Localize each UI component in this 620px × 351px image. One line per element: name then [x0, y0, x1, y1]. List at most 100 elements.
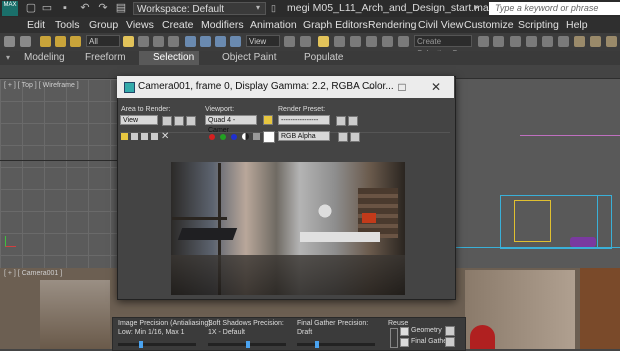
align-icon[interactable]	[493, 36, 504, 47]
unlink-icon[interactable]	[55, 36, 66, 47]
app-logo-icon[interactable]: MAX	[2, 1, 18, 16]
scale-icon[interactable]	[215, 36, 226, 47]
mirror-icon[interactable]	[478, 36, 489, 47]
workspace-dropdown[interactable]: Workspace: Default	[133, 2, 266, 15]
final-gather-checkbox[interactable]	[400, 338, 409, 347]
wireframe-chair	[570, 237, 596, 247]
final-gather-slider[interactable]	[297, 343, 375, 346]
percent-snap-icon[interactable]	[366, 36, 377, 47]
render-preset-dropdown[interactable]: ----------------	[278, 115, 330, 125]
viewport-dropdown[interactable]: Quad 4 - Camer	[205, 115, 257, 134]
bind-space-warp-icon[interactable]	[70, 36, 81, 47]
monochrome-icon[interactable]	[253, 133, 260, 140]
keyboard-shortcut-icon[interactable]	[318, 36, 329, 47]
save-image-icon[interactable]	[121, 133, 128, 140]
clear-icon[interactable]: ✕	[161, 131, 169, 142]
lock-geometry-icon[interactable]	[445, 326, 455, 336]
named-selection-sets-dropdown[interactable]: Create Selection Se	[414, 35, 472, 58]
menu-animation[interactable]: Animation	[250, 17, 297, 33]
layer-explorer-icon[interactable]	[526, 36, 537, 47]
menu-civil-view[interactable]: Civil View	[418, 17, 463, 33]
place-icon[interactable]	[230, 36, 241, 47]
open-file-icon[interactable]: ▭	[40, 2, 54, 15]
tab-populate[interactable]: Populate	[304, 51, 343, 65]
link-icon[interactable]	[40, 36, 51, 47]
menu-customize[interactable]: Customize	[464, 17, 514, 33]
maximize-button[interactable]: □	[390, 78, 414, 96]
print-image-icon[interactable]	[151, 133, 158, 140]
material-editor-icon[interactable]	[574, 36, 585, 47]
blue-channel-icon[interactable]	[231, 134, 237, 140]
lock-final-gather-icon[interactable]	[445, 337, 455, 347]
menu-rendering[interactable]: Rendering	[368, 17, 416, 33]
move-icon[interactable]	[185, 36, 196, 47]
tab-object-paint[interactable]: Object Paint	[222, 51, 276, 65]
menu-help[interactable]: Help	[566, 17, 588, 33]
menu-edit[interactable]: Edit	[27, 17, 45, 33]
pivot-center-icon[interactable]	[284, 36, 295, 47]
render-frame-icon[interactable]	[606, 36, 617, 47]
edit-region-icon[interactable]	[162, 116, 172, 126]
undo-icon[interactable]	[4, 36, 15, 47]
toggle-ui-icon[interactable]	[338, 132, 348, 142]
select-object-icon[interactable]	[123, 36, 134, 47]
menu-scripting[interactable]: Scripting	[518, 17, 559, 33]
viewport-label-top[interactable]: [ + ] [ Top ] [ Wireframe ]	[4, 82, 79, 89]
rectangular-selection-icon[interactable]	[153, 36, 164, 47]
reference-coordinate-dropdown[interactable]: View	[246, 35, 280, 47]
undo-icon[interactable]: ↶	[78, 2, 92, 15]
red-channel-icon[interactable]	[209, 134, 215, 140]
menu-group[interactable]: Group	[89, 17, 118, 33]
minimize-button[interactable]: –	[358, 78, 382, 96]
tab-freeform[interactable]: Freeform	[85, 51, 126, 65]
menu-tools[interactable]: Tools	[55, 17, 80, 33]
menu-modifiers[interactable]: Modifiers	[201, 17, 244, 33]
redo-icon[interactable]: ↷	[96, 2, 110, 15]
lock-viewport-icon[interactable]	[263, 115, 273, 125]
selection-filter-dropdown[interactable]: All	[86, 35, 120, 47]
save-icon[interactable]: ▪	[58, 2, 72, 15]
snaps-toggle-icon[interactable]	[334, 36, 345, 47]
menu-graph-editors[interactable]: Graph Editors	[303, 17, 368, 33]
image-precision-slider[interactable]	[118, 343, 196, 346]
clone-frame-icon[interactable]	[141, 133, 148, 140]
geometry-checkbox[interactable]	[400, 327, 409, 336]
new-file-icon[interactable]: ▢	[24, 2, 38, 15]
rotate-icon[interactable]	[200, 36, 211, 47]
forward-arrow-icon[interactable]: ▸	[474, 2, 479, 13]
tab-selection[interactable]: Selection	[153, 51, 194, 65]
render-setup-icon[interactable]	[336, 116, 346, 126]
environment-icon[interactable]	[348, 116, 358, 126]
final-gather-slider-knob[interactable]	[315, 341, 319, 348]
menu-create[interactable]: Create	[162, 17, 194, 33]
search-input[interactable]: Type a keyword or phrase	[489, 2, 620, 15]
curve-editor-icon[interactable]	[542, 36, 553, 47]
edit-named-selection-icon[interactable]	[398, 36, 409, 47]
alpha-channel-icon[interactable]	[242, 133, 249, 140]
menu-views[interactable]: Views	[126, 17, 154, 33]
schematic-view-icon[interactable]	[558, 36, 569, 47]
viewport-label-camera[interactable]: [ + ] [ Camera001 ]	[4, 270, 62, 277]
angle-snap-icon[interactable]	[350, 36, 361, 47]
select-and-manipulate-icon[interactable]	[300, 36, 311, 47]
color-swatch[interactable]	[263, 131, 275, 143]
ribbon-options-icon[interactable]: ▾	[6, 53, 10, 62]
scene-explorer-icon[interactable]	[510, 36, 521, 47]
green-channel-icon[interactable]	[220, 134, 226, 140]
select-by-name-icon[interactable]	[138, 36, 149, 47]
spinner-snap-icon[interactable]	[382, 36, 393, 47]
soft-shadows-slider-knob[interactable]	[246, 341, 250, 348]
project-folder-icon[interactable]: ▤	[114, 2, 128, 15]
window-crossing-icon[interactable]	[168, 36, 179, 47]
channel-display-dropdown[interactable]: RGB Alpha	[278, 131, 330, 141]
close-button[interactable]: ✕	[424, 78, 448, 96]
area-to-render-dropdown[interactable]: View	[120, 115, 158, 125]
image-precision-slider-knob[interactable]	[139, 341, 143, 348]
copy-image-icon[interactable]	[131, 133, 138, 140]
tab-modeling[interactable]: Modeling	[24, 51, 65, 65]
redo-icon[interactable]	[20, 36, 31, 47]
auto-region-icon[interactable]	[174, 116, 184, 126]
toggle-overlay-icon[interactable]	[350, 132, 360, 142]
render-setup-icon[interactable]	[590, 36, 601, 47]
crop-icon[interactable]	[186, 116, 196, 126]
